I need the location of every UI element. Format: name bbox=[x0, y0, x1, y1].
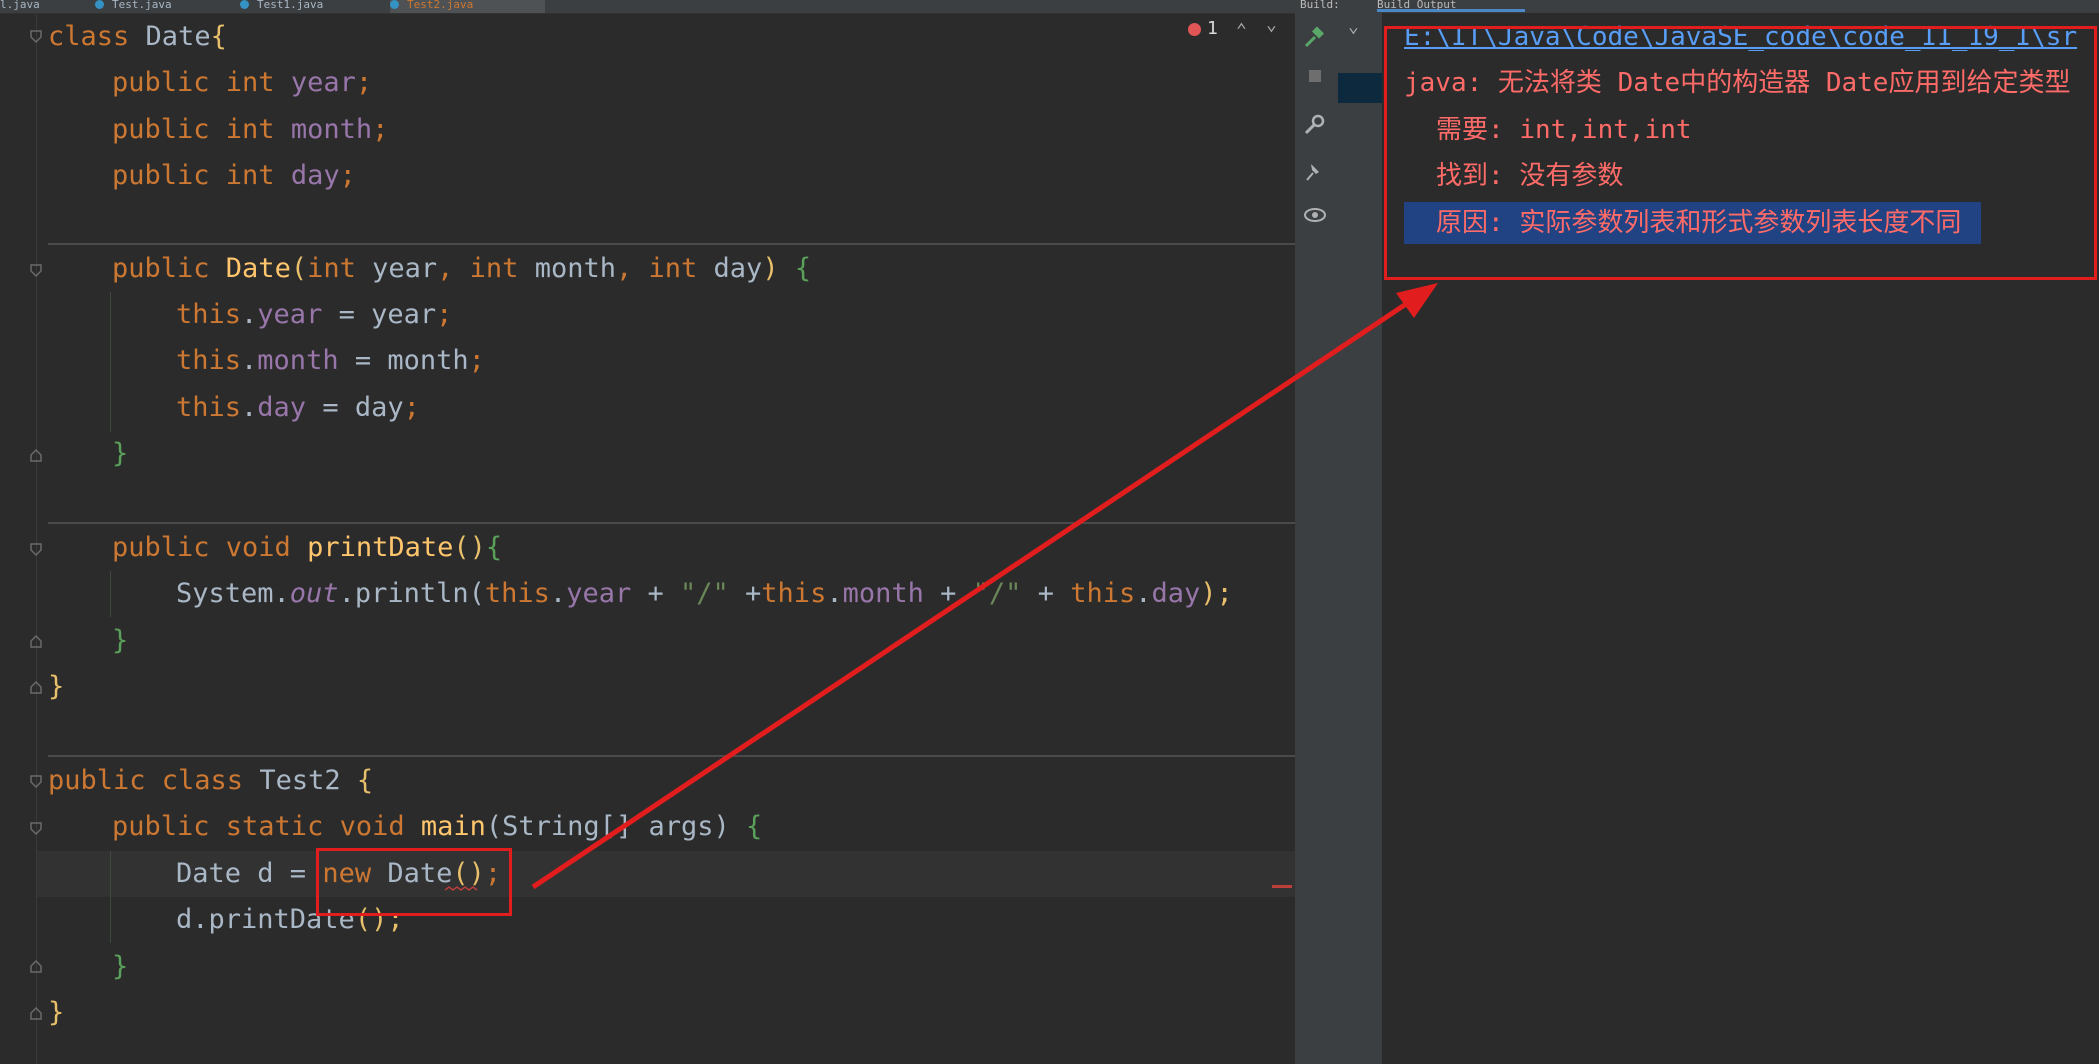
annotation-arrow bbox=[531, 283, 1438, 890]
